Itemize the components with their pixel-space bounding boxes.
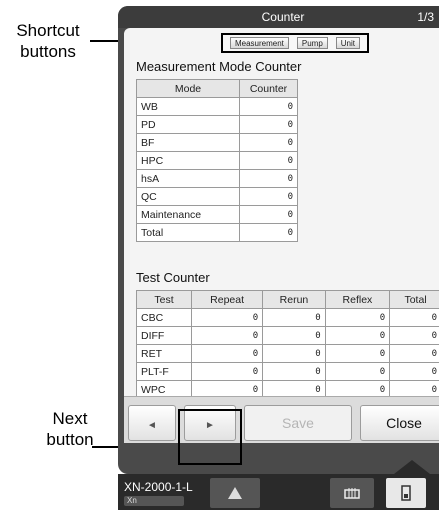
bottom-button-row: ◄ ► Save Close: [124, 396, 439, 443]
reflex-cell: 0: [324, 344, 391, 363]
status-bar-notch: [394, 460, 430, 474]
counter-cell: 0: [239, 187, 298, 206]
mode-cell: Total: [136, 223, 240, 242]
pump-shortcut-button[interactable]: Pump: [296, 37, 328, 49]
column-header: Repeat: [190, 290, 264, 309]
shortcut-buttons-callout: Shortcut buttons: [2, 20, 94, 62]
table-row: hsA 0: [136, 169, 298, 188]
device-icon[interactable]: [386, 478, 426, 508]
column-header: Rerun: [262, 290, 326, 309]
title-bar: Counter 1/3: [118, 6, 439, 28]
column-header: Test: [136, 290, 192, 309]
table-row: RET 0 0 0 0: [136, 344, 439, 363]
counter-screen: Measurement Pump Unit Measurement Mode C…: [124, 28, 439, 443]
column-header: Counter: [239, 79, 298, 98]
save-button[interactable]: Save: [244, 405, 352, 441]
counter-cell: 0: [239, 151, 298, 170]
mode-cell: Maintenance: [136, 205, 240, 224]
mode-cell: PD: [136, 115, 240, 134]
reflex-cell: 0: [324, 362, 391, 381]
table-row: HPC 0: [136, 151, 298, 170]
rerun-cell: 0: [262, 326, 326, 345]
table-row: WB 0: [136, 97, 298, 116]
measurement-mode-table: Mode Counter WB 0 PD 0 BF 0 HPC 0 hsA 0 QC 0 M…: [136, 79, 298, 242]
counter-cell: 0: [239, 169, 298, 188]
mode-cell: WB: [136, 97, 240, 116]
table-row: CBC 0 0 0 0: [136, 308, 439, 327]
repeat-cell: 0: [190, 326, 264, 345]
total-cell: 0: [389, 308, 439, 327]
warning-icon[interactable]: [210, 478, 260, 508]
measurement-shortcut-button[interactable]: Measurement: [229, 37, 289, 49]
analyzer-model-label: XN-2000-1-L: [124, 480, 193, 494]
mode-cell: QC: [136, 187, 240, 206]
test-cell: RET: [136, 344, 192, 363]
test-cell: CBC: [136, 308, 192, 327]
table-header-row: Mode Counter: [136, 79, 298, 98]
shortcut-buttons-group: Measurement Pump Unit: [221, 33, 369, 53]
mode-cell: HPC: [136, 151, 240, 170]
next-button-callout: Next button: [40, 408, 100, 450]
rerun-cell: 0: [262, 308, 326, 327]
test-counter-title: Test Counter: [136, 270, 210, 285]
page-indicator: 1/3: [417, 10, 434, 24]
test-cell: DIFF: [136, 326, 192, 345]
table-row: PD 0: [136, 115, 298, 134]
left-arrow-icon: ◄: [147, 420, 157, 431]
rack-icon[interactable]: [330, 478, 374, 508]
column-header: Total: [389, 290, 439, 309]
reflex-cell: 0: [324, 326, 391, 345]
counter-cell: 0: [239, 97, 298, 116]
rerun-cell: 0: [262, 362, 326, 381]
table-row: Maintenance 0: [136, 205, 298, 224]
table-row: DIFF 0 0 0 0: [136, 326, 439, 345]
counter-cell: 0: [239, 115, 298, 134]
next-button-highlight: [178, 409, 242, 465]
rerun-cell: 0: [262, 344, 326, 363]
repeat-cell: 0: [190, 362, 264, 381]
repeat-cell: 0: [190, 308, 264, 327]
window-title: Counter: [261, 10, 305, 24]
next-button-callout-text: Next button: [46, 409, 94, 449]
table-row: QC 0: [136, 187, 298, 206]
measurement-mode-counter-title: Measurement Mode Counter: [136, 59, 302, 74]
mode-cell: hsA: [136, 169, 240, 188]
table-header-row: Test Repeat Rerun Reflex Total: [136, 290, 439, 309]
device-window: Counter 1/3 Measurement Pump Unit Measur…: [118, 6, 439, 474]
total-cell: 0: [389, 362, 439, 381]
total-cell: 0: [389, 344, 439, 363]
table-row: Total 0: [136, 223, 298, 242]
unit-shortcut-button[interactable]: Unit: [335, 37, 360, 49]
test-counter-table: Test Repeat Rerun Reflex Total CBC 0 0 0 0 D…: [136, 290, 439, 399]
shortcut-buttons-callout-text: Shortcut buttons: [16, 21, 80, 61]
counter-cell: 0: [239, 205, 298, 224]
column-header: Reflex: [324, 290, 391, 309]
status-bar: XN-2000-1-L Xn: [118, 460, 439, 510]
previous-page-button[interactable]: ◄: [128, 405, 176, 441]
analyzer-mini-status: Xn: [124, 496, 184, 506]
total-cell: 0: [389, 326, 439, 345]
table-row: PLT-F 0 0 0 0: [136, 362, 439, 381]
test-cell: PLT-F: [136, 362, 192, 381]
repeat-cell: 0: [190, 344, 264, 363]
mode-cell: BF: [136, 133, 240, 152]
counter-cell: 0: [239, 223, 298, 242]
table-row: BF 0: [136, 133, 298, 152]
column-header: Mode: [136, 79, 240, 98]
reflex-cell: 0: [324, 308, 391, 327]
close-button[interactable]: Close: [360, 405, 439, 441]
counter-cell: 0: [239, 133, 298, 152]
